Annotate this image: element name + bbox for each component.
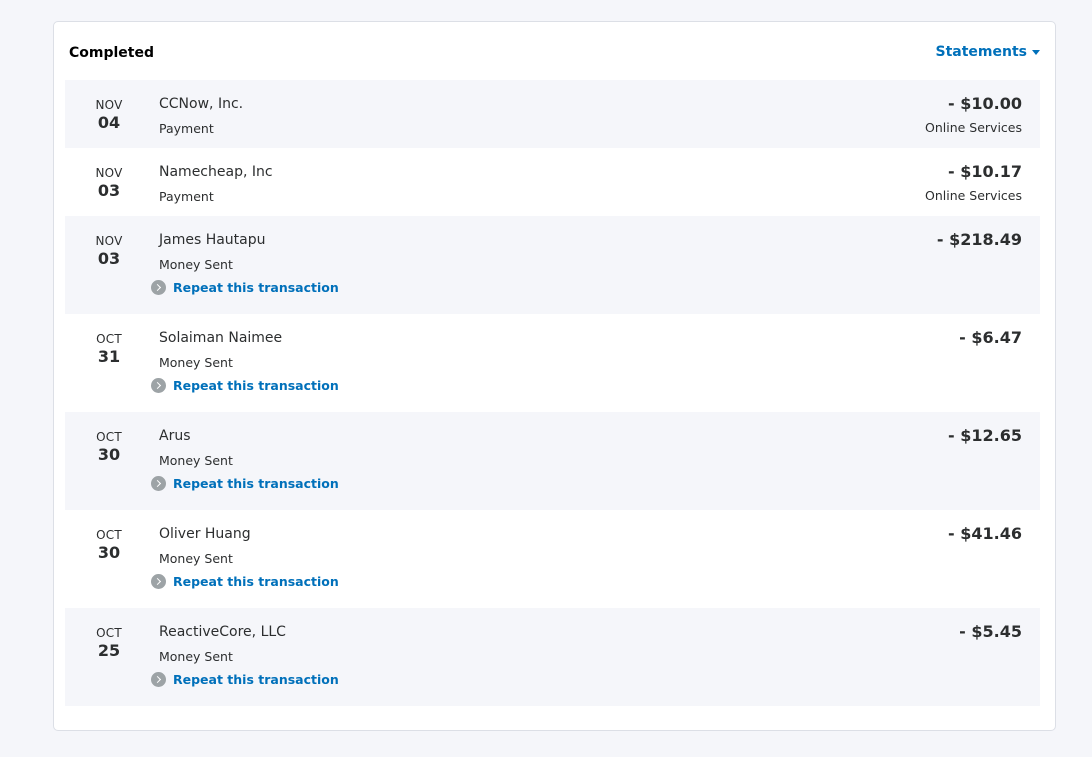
transaction-category: Online Services xyxy=(924,120,1022,135)
transaction-date: OCT 31 xyxy=(65,332,153,366)
statements-dropdown[interactable]: Statements xyxy=(936,44,1040,60)
repeat-transaction-label[interactable]: Repeat this transaction xyxy=(173,574,339,589)
transaction-row[interactable]: OCT 30 Arus Money Sent Repeat this trans… xyxy=(65,412,1040,510)
repeat-transaction-link[interactable]: Repeat this transaction xyxy=(151,378,339,393)
transactions-card: Completed Statements NOV 04 CCNow, Inc. … xyxy=(53,21,1056,731)
chevron-right-circle-icon[interactable] xyxy=(151,476,166,491)
statements-label[interactable]: Statements xyxy=(936,44,1028,60)
transaction-type: Money Sent xyxy=(159,355,233,370)
repeat-transaction-label[interactable]: Repeat this transaction xyxy=(173,672,339,687)
repeat-transaction-link[interactable]: Repeat this transaction xyxy=(151,672,339,687)
chevron-right-circle-icon[interactable] xyxy=(151,378,166,393)
transaction-row[interactable]: OCT 30 Oliver Huang Money Sent Repeat th… xyxy=(65,510,1040,608)
transaction-day: 31 xyxy=(97,347,121,366)
transaction-type: Payment xyxy=(159,189,214,204)
transaction-name[interactable]: Arus xyxy=(159,428,191,444)
card-header: Completed Statements xyxy=(54,22,1055,80)
transaction-amount: - $12.65 xyxy=(948,426,1022,445)
transaction-type: Money Sent xyxy=(159,257,233,272)
repeat-transaction-label[interactable]: Repeat this transaction xyxy=(173,378,339,393)
transaction-type: Payment xyxy=(159,121,214,136)
chevron-right-circle-icon[interactable] xyxy=(151,574,166,589)
transaction-date: OCT 25 xyxy=(65,626,153,660)
repeat-transaction-link[interactable]: Repeat this transaction xyxy=(151,280,339,295)
transaction-date: OCT 30 xyxy=(65,528,153,562)
transaction-day: 03 xyxy=(97,181,121,200)
transaction-row[interactable]: OCT 25 ReactiveCore, LLC Money Sent Repe… xyxy=(65,608,1040,706)
transaction-amount: - $5.45 xyxy=(959,622,1022,641)
transaction-month: NOV xyxy=(95,98,123,112)
transaction-row[interactable]: OCT 31 Solaiman Naimee Money Sent Repeat… xyxy=(65,314,1040,412)
transaction-name[interactable]: James Hautapu xyxy=(159,232,266,248)
caret-down-icon[interactable] xyxy=(1032,49,1040,55)
transaction-month: OCT xyxy=(96,430,122,444)
transaction-amount: - $10.17 xyxy=(948,162,1022,181)
chevron-right-circle-icon[interactable] xyxy=(151,280,166,295)
transaction-amount: - $10.00 xyxy=(948,94,1022,113)
transaction-row[interactable]: NOV 03 Namecheap, Inc Payment - $10.17 O… xyxy=(65,148,1040,216)
transaction-month: OCT xyxy=(96,332,122,346)
transaction-row[interactable]: NOV 04 CCNow, Inc. Payment - $10.00 Onli… xyxy=(65,80,1040,148)
transaction-type: Money Sent xyxy=(159,453,233,468)
transaction-date: NOV 03 xyxy=(65,166,153,200)
transaction-name[interactable]: Oliver Huang xyxy=(159,526,251,542)
repeat-transaction-label[interactable]: Repeat this transaction xyxy=(173,476,339,491)
transaction-name[interactable]: Namecheap, Inc xyxy=(159,164,273,180)
transaction-amount: - $41.46 xyxy=(948,524,1022,543)
transaction-date: NOV 03 xyxy=(65,234,153,268)
repeat-transaction-link[interactable]: Repeat this transaction xyxy=(151,476,339,491)
section-title: Completed xyxy=(69,45,155,61)
transaction-name[interactable]: ReactiveCore, LLC xyxy=(159,624,286,640)
transaction-month: NOV xyxy=(95,234,123,248)
transaction-type: Money Sent xyxy=(159,551,233,566)
chevron-right-circle-icon[interactable] xyxy=(151,672,166,687)
transaction-category: Online Services xyxy=(924,188,1022,203)
transaction-name[interactable]: CCNow, Inc. xyxy=(159,96,243,112)
transaction-month: OCT xyxy=(96,626,122,640)
transaction-name[interactable]: Solaiman Naimee xyxy=(159,330,282,346)
transaction-month: NOV xyxy=(95,166,123,180)
transaction-row[interactable]: NOV 03 James Hautapu Money Sent Repeat t… xyxy=(65,216,1040,314)
transaction-day: 25 xyxy=(97,641,121,660)
transaction-type: Money Sent xyxy=(159,649,233,664)
transaction-day: 03 xyxy=(97,249,121,268)
repeat-transaction-label[interactable]: Repeat this transaction xyxy=(173,280,339,295)
transaction-amount: - $6.47 xyxy=(959,328,1022,347)
transaction-day: 30 xyxy=(97,445,121,464)
transaction-date: NOV 04 xyxy=(65,98,153,132)
transaction-date: OCT 30 xyxy=(65,430,153,464)
transaction-day: 30 xyxy=(97,543,121,562)
repeat-transaction-link[interactable]: Repeat this transaction xyxy=(151,574,339,589)
transaction-list: NOV 04 CCNow, Inc. Payment - $10.00 Onli… xyxy=(65,80,1040,706)
transaction-day: 04 xyxy=(97,113,121,132)
transaction-amount: - $218.49 xyxy=(936,230,1022,249)
transaction-month: OCT xyxy=(96,528,122,542)
